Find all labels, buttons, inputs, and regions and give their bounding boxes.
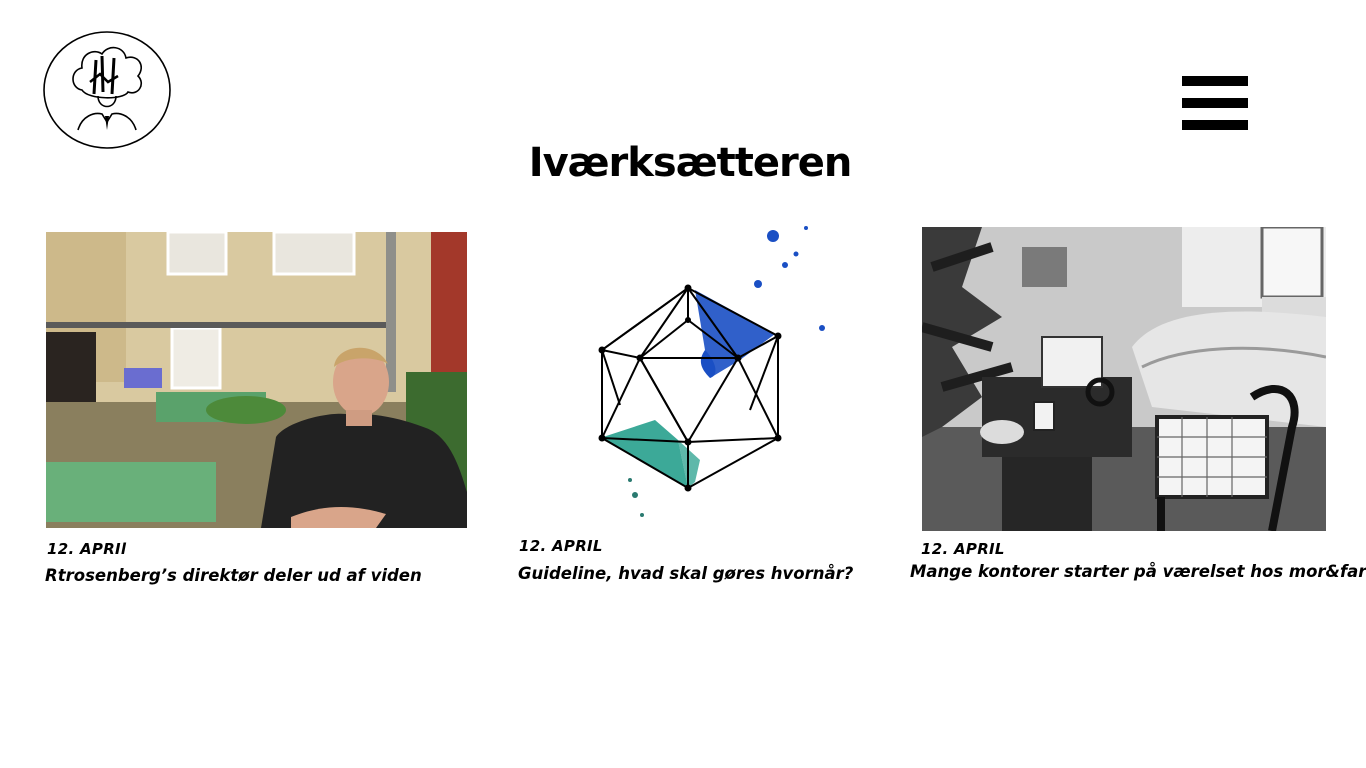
article-title-link[interactable]: Rtrosenberg’s direktør deler ud af viden — [45, 566, 422, 585]
hamburger-menu-icon-bar — [1182, 120, 1248, 130]
article-image-courtyard[interactable] — [46, 232, 467, 528]
chef-head-logo-icon — [43, 31, 171, 149]
logo[interactable] — [42, 30, 172, 150]
article-date: 12. APRIL — [921, 540, 1005, 558]
article-title-link[interactable]: Guideline, hvad skal gøres hvornår? — [518, 564, 853, 583]
article-date: 12. APRIL — [519, 537, 603, 555]
article-image-bedroom[interactable] — [922, 227, 1326, 531]
article-title-link[interactable]: Mange kontorer starter på værelset hos m… — [910, 562, 1366, 581]
page-title: Iværksætteren — [528, 140, 853, 186]
hamburger-menu-icon-bar — [1182, 98, 1248, 108]
article-image-icosahedron[interactable] — [560, 210, 830, 540]
hamburger-menu-icon — [1182, 76, 1248, 86]
article-date: 12. APRIl — [47, 540, 127, 558]
menu-button[interactable] — [1182, 76, 1250, 130]
